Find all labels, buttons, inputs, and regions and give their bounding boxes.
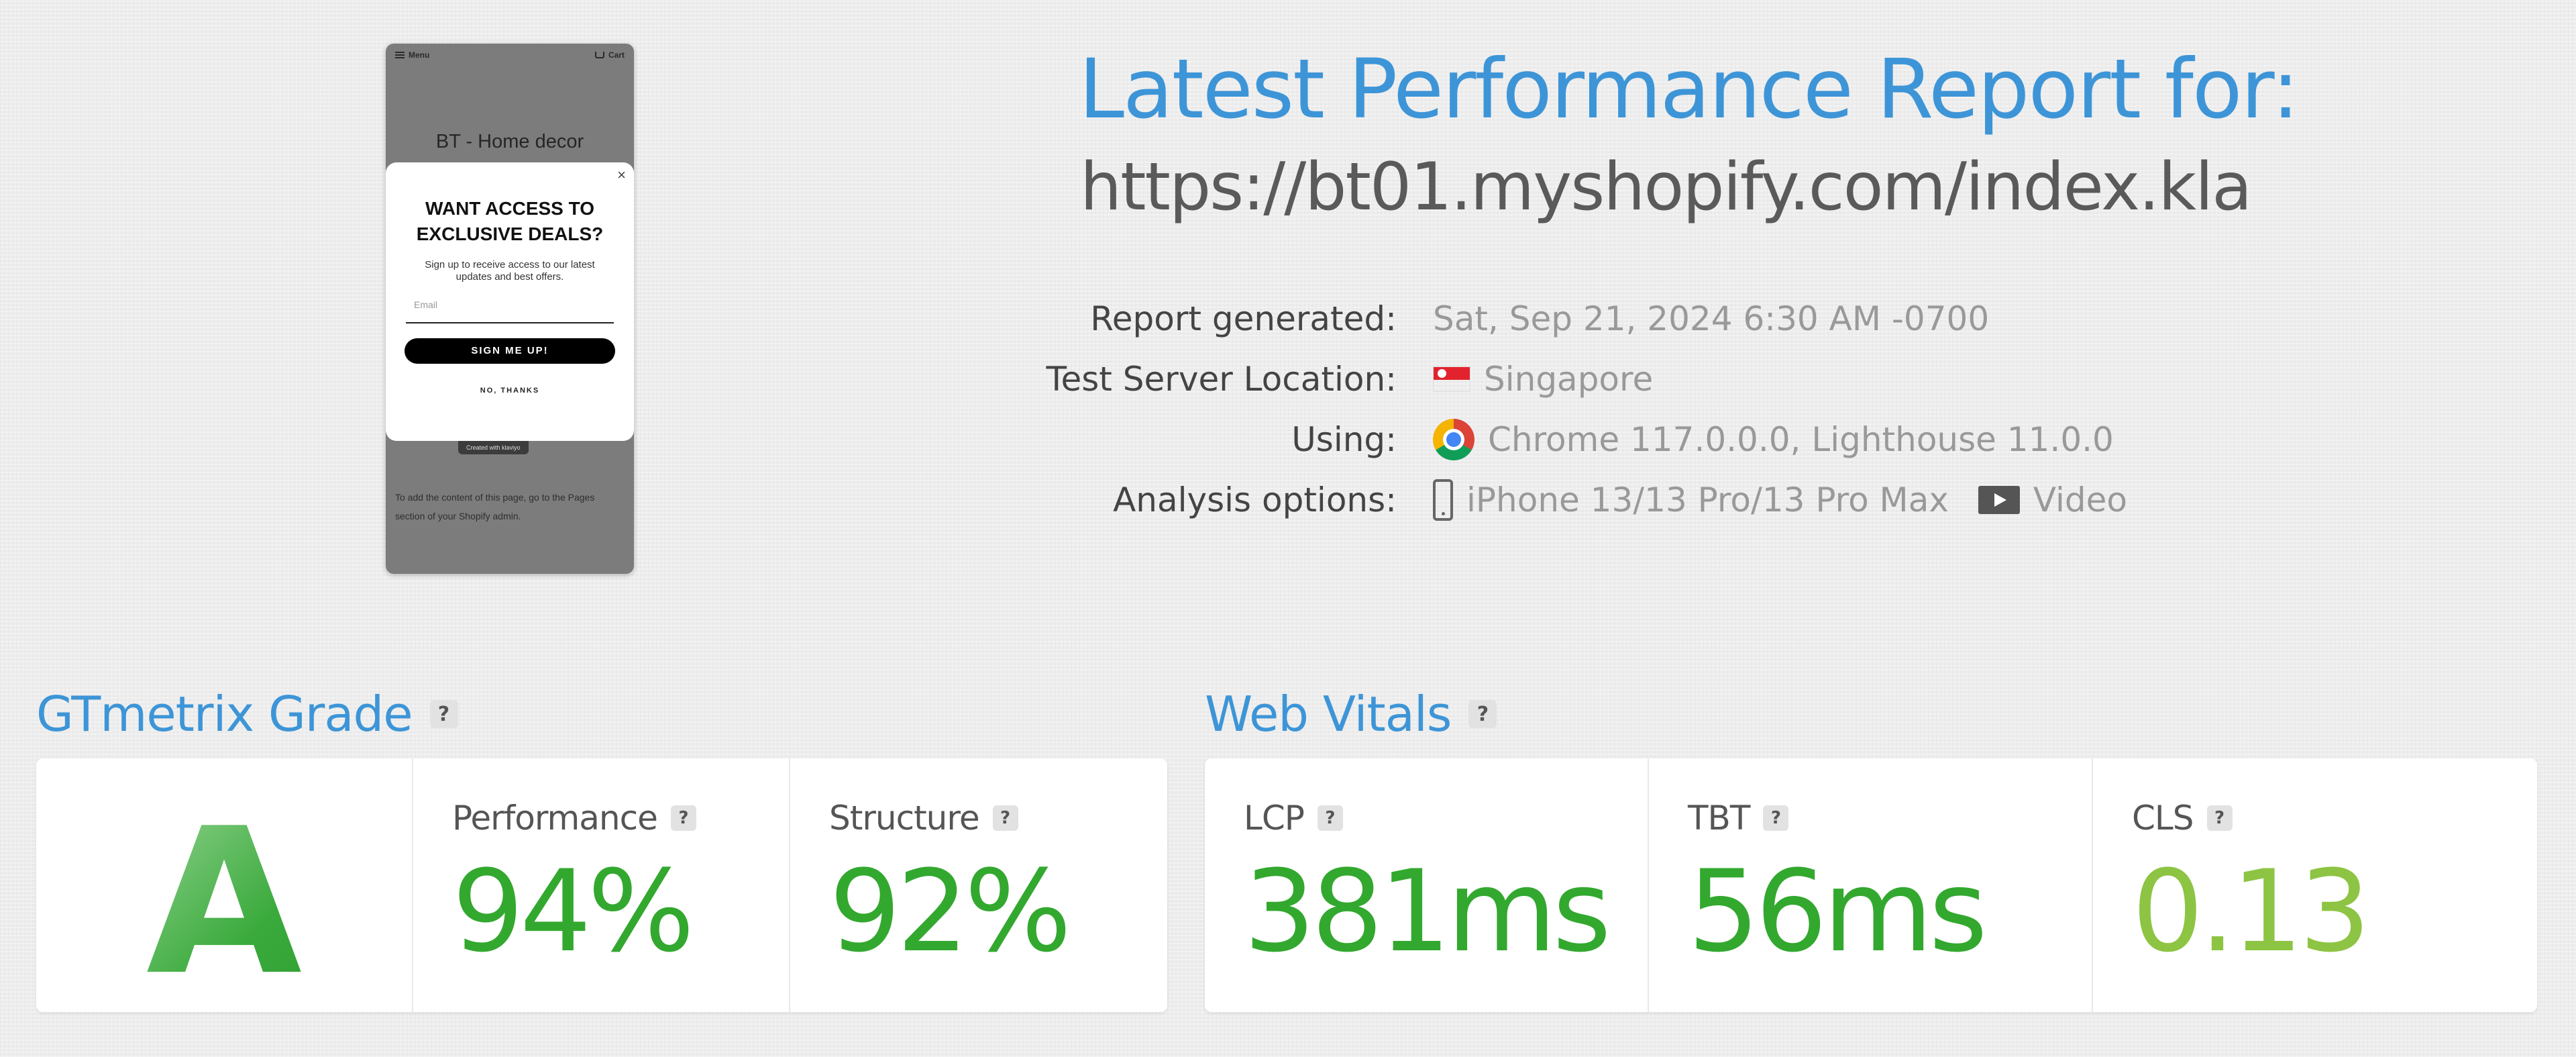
hamburger-icon (395, 52, 405, 58)
vitals-card: LCP ? 381ms TBT ? 56ms CLS ? 0.13 (1205, 758, 2537, 1012)
cart-label: Cart (608, 50, 625, 60)
grade-cell: A (36, 758, 413, 1019)
tbt-cell: TBT ? 56ms (1649, 758, 2093, 1012)
screenshot-header: Menu Cart (386, 44, 634, 66)
meta-label: Test Server Location: (1046, 360, 1397, 399)
performance-label-row: Performance ? (452, 799, 696, 838)
cls-label: CLS (2132, 799, 2194, 838)
singapore-flag-icon (1433, 366, 1470, 392)
lcp-label-row: LCP ? (1244, 799, 1343, 838)
lcp-value: 381ms (1244, 846, 1611, 977)
performance-cell: Performance ? 94% (413, 758, 790, 1012)
report-date: Sat, Sep 21, 2024 6:30 AM -0700 (1433, 299, 1990, 338)
newsletter-popup: × WANT ACCESS TO EXCLUSIVE DEALS? Sign u… (386, 162, 634, 441)
tbt-label: TBT (1688, 799, 1750, 838)
meta-row-analysis: Analysis options: iPhone 13/13 Pro/13 Pr… (1006, 470, 2281, 530)
structure-label-row: Structure ? (829, 799, 1018, 838)
popup-title: WANT ACCESS TO EXCLUSIVE DEALS? (416, 198, 604, 244)
popup-signup-button: SIGN ME UP! (405, 338, 615, 364)
meta-row-location: Test Server Location: Singapore (1006, 349, 2281, 409)
report-page: Menu Cart BT - Home decor To add the con… (0, 0, 2576, 1057)
structure-help-icon[interactable]: ? (992, 805, 1018, 831)
grade-letter: A (36, 785, 412, 1019)
performance-help-icon[interactable]: ? (670, 805, 696, 831)
report-url: https://bt01.myshopify.com/index.kla (1080, 149, 2252, 225)
cls-value: 0.13 (2132, 846, 2371, 977)
lcp-help-icon[interactable]: ? (1317, 805, 1343, 831)
grade-section-title: GTmetrix Grade ? (36, 686, 458, 742)
close-icon: × (617, 166, 626, 183)
meta-row-generated: Report generated: Sat, Sep 21, 2024 6:30… (1006, 289, 2281, 349)
lcp-cell: LCP ? 381ms (1205, 758, 1649, 1012)
structure-value: 92% (829, 846, 1071, 977)
video-icon[interactable] (1978, 486, 2020, 514)
meta-row-using: Using: Chrome 117.0.0.0, Lighthouse 11.0… (1006, 409, 2281, 470)
browser-version: Chrome 117.0.0.0, Lighthouse 11.0.0 (1488, 420, 2114, 459)
popup-dismiss-link: NO, THANKS (480, 387, 540, 395)
structure-cell: Structure ? 92% (790, 758, 1167, 1012)
meta-label: Using: (1291, 420, 1397, 459)
cls-help-icon[interactable]: ? (2206, 805, 2233, 831)
cls-label-row: CLS ? (2132, 799, 2233, 838)
store-name: BT - Home decor (435, 131, 584, 152)
tbt-label-row: TBT ? (1688, 799, 1789, 838)
performance-label: Performance (452, 799, 658, 838)
performance-value: 94% (452, 846, 694, 977)
vitals-title: Web Vitals (1205, 686, 1452, 742)
mobile-phone-icon (1433, 479, 1453, 521)
klaviyo-badge: Created with klaviyo (458, 441, 529, 454)
meta-value: iPhone 13/13 Pro/13 Pro Max Video (1407, 479, 2127, 521)
meta-value: Sat, Sep 21, 2024 6:30 AM -0700 (1407, 299, 1989, 338)
device-option: iPhone 13/13 Pro/13 Pro Max (1466, 481, 1949, 519)
server-location: Singapore (1484, 360, 1654, 399)
chrome-icon (1433, 419, 1474, 460)
popup-subtitle: Sign up to receive access to our latest … (425, 259, 595, 283)
video-option[interactable]: Video (2033, 481, 2127, 519)
grade-card: A Performance ? 94% Structure ? 92% (36, 758, 1167, 1019)
popup-email-field: Email (406, 299, 614, 323)
screenshot-cart: Cart (594, 50, 625, 60)
meta-value: Singapore (1407, 360, 1653, 399)
tbt-help-icon[interactable]: ? (1763, 805, 1789, 831)
cart-icon (594, 52, 604, 58)
cls-cell: CLS ? 0.13 (2093, 758, 2537, 1012)
vitals-section-title: Web Vitals ? (1205, 686, 1497, 742)
menu-label: Menu (409, 50, 430, 60)
grade-title: GTmetrix Grade (36, 686, 413, 742)
tbt-value: 56ms (1688, 846, 1988, 977)
structure-label: Structure (829, 799, 980, 838)
lcp-label: LCP (1244, 799, 1305, 838)
meta-label: Analysis options: (1113, 481, 1397, 519)
grade-help-icon[interactable]: ? (429, 700, 458, 728)
screenshot-body-text: To add the content of this page, go to t… (395, 492, 595, 521)
meta-label: Report generated: (1090, 299, 1397, 338)
report-meta: Report generated: Sat, Sep 21, 2024 6:30… (1006, 289, 2281, 530)
screenshot-menu: Menu (395, 50, 429, 60)
report-title: Latest Performance Report for: (1079, 42, 2300, 137)
meta-value: Chrome 117.0.0.0, Lighthouse 11.0.0 (1407, 419, 2114, 460)
page-screenshot[interactable]: Menu Cart BT - Home decor To add the con… (386, 44, 634, 574)
vitals-help-icon[interactable]: ? (1468, 700, 1497, 728)
